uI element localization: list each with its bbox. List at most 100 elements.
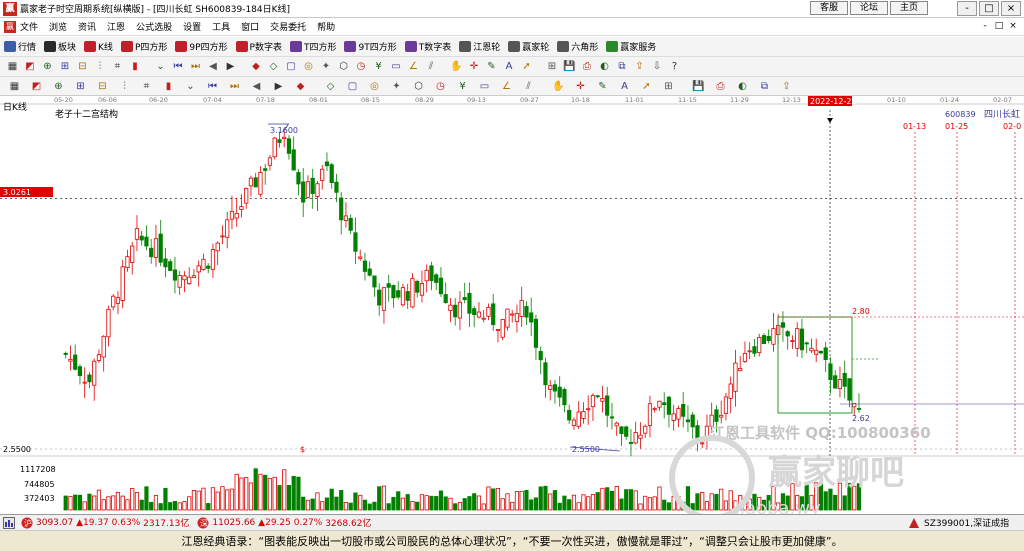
- menu-gann[interactable]: 江恩: [107, 20, 125, 33]
- time-icon[interactable]: ◷: [355, 60, 368, 73]
- toolbar-button-3[interactable]: P四方形: [120, 40, 167, 53]
- arrow-up-icon[interactable]: ⫽: [522, 80, 535, 93]
- speed-icon[interactable]: ⬡: [412, 80, 425, 93]
- menu-browse[interactable]: 浏览: [49, 20, 67, 33]
- redo-icon[interactable]: ➚: [640, 80, 653, 93]
- ray-icon[interactable]: ◩: [30, 80, 43, 93]
- undo-icon[interactable]: A: [618, 80, 631, 93]
- channel-icon[interactable]: ⫽: [425, 60, 438, 73]
- wave-line-icon[interactable]: ▭: [478, 80, 491, 93]
- minimize-button[interactable]: -: [957, 1, 977, 16]
- toolbar-button-7[interactable]: 9T四方形: [344, 40, 397, 53]
- pitchfork-icon[interactable]: ✦: [390, 80, 403, 93]
- home-link[interactable]: 主页: [890, 1, 928, 15]
- zoom-out-icon[interactable]: ⊟: [76, 60, 89, 73]
- forum-link[interactable]: 论坛: [850, 1, 888, 15]
- square-icon[interactable]: ▢: [285, 60, 298, 73]
- close-button[interactable]: ×: [1001, 1, 1021, 16]
- chevron-icon[interactable]: ⌄: [154, 60, 167, 73]
- next-icon[interactable]: ▶: [224, 60, 237, 73]
- gann-icon[interactable]: ◇: [267, 60, 280, 73]
- spiral-icon[interactable]: ⏭: [228, 80, 241, 93]
- toolbar-button-0[interactable]: 行情: [4, 40, 36, 53]
- delete-icon[interactable]: ⎙: [714, 80, 727, 93]
- arrow-icon[interactable]: ➚: [520, 60, 533, 73]
- menu-settings[interactable]: 设置: [183, 20, 201, 33]
- paste-icon[interactable]: 💾: [692, 80, 705, 93]
- ruler-icon[interactable]: ⫶: [94, 60, 107, 73]
- toolbar-button-1[interactable]: 板块: [44, 40, 76, 53]
- segment-icon[interactable]: ⊕: [52, 80, 65, 93]
- service-link[interactable]: 客服: [810, 1, 848, 15]
- circle-icon[interactable]: ⌄: [184, 80, 197, 93]
- arrow-down-icon[interactable]: ✋: [552, 80, 565, 93]
- menu-file[interactable]: 文件: [20, 20, 38, 33]
- menu-trade[interactable]: 交易委托: [270, 20, 306, 33]
- menu-window[interactable]: 窗口: [241, 20, 259, 33]
- text-icon[interactable]: A: [503, 60, 516, 73]
- copy-icon[interactable]: ⧉: [616, 60, 629, 73]
- line-icon[interactable]: ▦: [8, 80, 21, 93]
- zoom-in-icon[interactable]: ⊞: [59, 60, 72, 73]
- lock-icon[interactable]: ◐: [736, 80, 749, 93]
- star-icon[interactable]: ✦: [320, 60, 333, 73]
- gann-box-icon[interactable]: ◎: [368, 80, 381, 93]
- hand-icon[interactable]: ✋: [450, 60, 463, 73]
- vline-icon[interactable]: ⊟: [96, 80, 109, 93]
- arc-icon[interactable]: ▮: [162, 80, 175, 93]
- toolbar-button-11[interactable]: 六角形: [557, 40, 598, 53]
- toolbar-button-5[interactable]: P数字表: [235, 40, 282, 53]
- mdi-restore-button[interactable]: □: [992, 20, 1006, 33]
- color-icon[interactable]: ◐: [598, 60, 611, 73]
- fib-icon[interactable]: ◆: [250, 60, 263, 73]
- add-icon[interactable]: ⊕: [41, 60, 54, 73]
- import-icon[interactable]: ⇩: [651, 60, 664, 73]
- loop-icon[interactable]: ⇪: [780, 80, 793, 93]
- mdi-minimize-button[interactable]: -: [978, 20, 992, 33]
- angle-icon[interactable]: ∠: [407, 60, 420, 73]
- select-icon[interactable]: ✎: [596, 80, 609, 93]
- cycle-line-icon[interactable]: ¥: [456, 80, 469, 93]
- cycle-icon[interactable]: ◎: [302, 60, 315, 73]
- ellipse-icon[interactable]: ⏮: [206, 80, 219, 93]
- save-icon[interactable]: 💾: [563, 60, 576, 73]
- fib-retrace-icon[interactable]: ◆: [294, 80, 307, 93]
- help-icon[interactable]: ?: [668, 60, 681, 73]
- text-tool-icon[interactable]: ∠: [500, 80, 513, 93]
- hex-icon[interactable]: ⬡: [337, 60, 350, 73]
- toolbar-button-10[interactable]: 赢家轮: [508, 40, 549, 53]
- bar-icon[interactable]: ▮: [129, 60, 142, 73]
- wave-icon[interactable]: ◩: [24, 60, 37, 73]
- mdi-close-button[interactable]: ×: [1006, 20, 1020, 33]
- menu-help[interactable]: 帮助: [317, 20, 335, 33]
- first-icon[interactable]: ⏮: [172, 60, 185, 73]
- toolbar-button-6[interactable]: T四方形: [289, 40, 336, 53]
- erase-icon[interactable]: ✛: [574, 80, 587, 93]
- kline-chart[interactable]: 05-20 06-06 06-20 07-04 07-18 08-01 08-15 08-29…: [0, 96, 1024, 514]
- gann-fan-icon[interactable]: ▢: [346, 80, 359, 93]
- copy-tool-icon[interactable]: ⊞: [662, 80, 675, 93]
- last-icon[interactable]: ⏭: [189, 60, 202, 73]
- box-icon[interactable]: ▭: [390, 60, 403, 73]
- fan-icon[interactable]: ⌗: [140, 80, 153, 93]
- prev-icon[interactable]: ◀: [207, 60, 220, 73]
- export-icon[interactable]: ⇪: [633, 60, 646, 73]
- grid-icon[interactable]: ⌗: [111, 60, 124, 73]
- layout-icon[interactable]: ▦: [6, 60, 19, 73]
- color-pick-icon[interactable]: ⧉: [758, 80, 771, 93]
- toolbar-button-8[interactable]: T数字表: [404, 40, 451, 53]
- menu-tools[interactable]: 工具: [212, 20, 230, 33]
- toolbar-button-4[interactable]: 9P四方形: [175, 40, 228, 53]
- fib-time-icon[interactable]: ◇: [324, 80, 337, 93]
- pencil-icon[interactable]: ✎: [485, 60, 498, 73]
- toolbar-button-9[interactable]: 江恩轮: [459, 40, 500, 53]
- grid2-icon[interactable]: ⊞: [546, 60, 559, 73]
- price-icon[interactable]: ¥: [372, 60, 385, 73]
- period-icon[interactable]: ◷: [434, 80, 447, 93]
- triangle-icon[interactable]: ▶: [272, 80, 285, 93]
- menu-info[interactable]: 资讯: [78, 20, 96, 33]
- print-icon[interactable]: ⎙: [581, 60, 594, 73]
- hline-icon[interactable]: ⊞: [74, 80, 87, 93]
- parallel-icon[interactable]: ⫶: [118, 80, 131, 93]
- menu-formula[interactable]: 公式选股: [136, 20, 172, 33]
